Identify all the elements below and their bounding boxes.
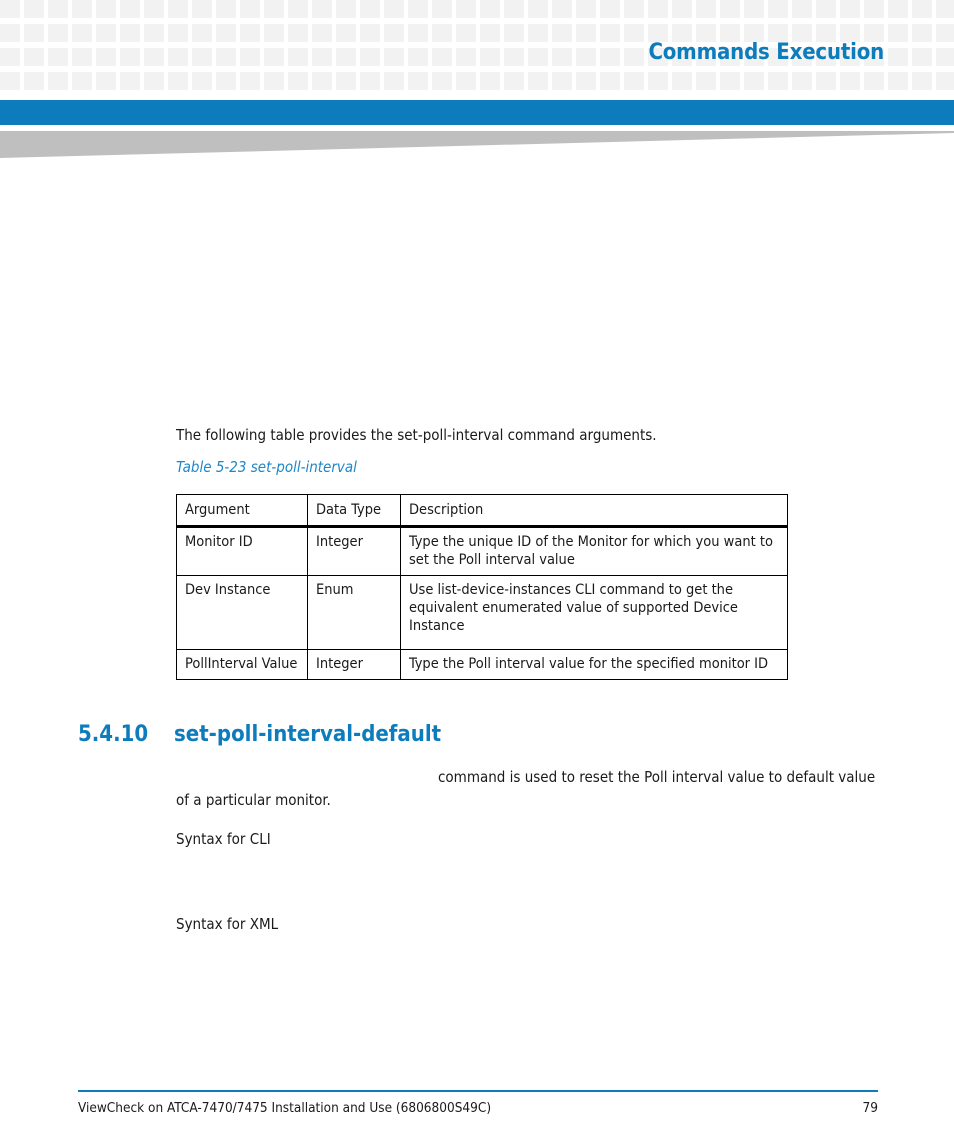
table-cell-description: Type the unique ID of the Monitor for wh… (400, 526, 788, 576)
section-heading: 5.4.10 set-poll-interval-default (78, 722, 441, 747)
table-header-row: Argument Data Type Description (176, 494, 788, 528)
footer-row: ViewCheck on ATCA-7470/7475 Installation… (78, 1100, 878, 1116)
table-cell-data-type: Enum (307, 575, 401, 650)
page-footer: ViewCheck on ATCA-7470/7475 Installation… (78, 1090, 878, 1116)
table-cell-data-type: Integer (307, 526, 401, 576)
command-arguments-table: Argument Data Type Description Monitor I… (176, 494, 788, 680)
table-header-argument: Argument (176, 494, 308, 528)
table-cell-argument: Dev Instance (176, 575, 308, 650)
table-cell-description: Use list-device-instances CLI command to… (400, 575, 788, 650)
table-cell-argument: Monitor ID (176, 526, 308, 576)
table-caption: Table 5-23 set-poll-interval (176, 458, 357, 476)
section-title: set-poll-interval-default (174, 722, 442, 748)
table-header-description: Description (400, 494, 788, 528)
intro-paragraph: The following table provides the set-pol… (176, 426, 657, 444)
table-header-data-type: Data Type (307, 494, 401, 528)
page-header-title: Commands Execution (648, 40, 884, 65)
table-cell-data-type: Integer (307, 649, 401, 680)
table-row: Dev Instance Enum Use list-device-instan… (176, 575, 788, 650)
table-cell-argument: PollInterval Value (176, 649, 308, 680)
syntax-xml-label: Syntax for XML (176, 915, 279, 933)
header-blue-bar (0, 100, 954, 125)
header-gray-wedge (0, 131, 954, 158)
table-row: PollInterval Value Integer Type the Poll… (176, 649, 788, 680)
section-number: 5.4.10 (78, 722, 149, 748)
footer-document-title: ViewCheck on ATCA-7470/7475 Installation… (78, 1100, 492, 1116)
section-description-text: command is used to reset the Poll interv… (176, 768, 876, 809)
footer-page-number: 79 (862, 1100, 878, 1116)
table-cell-description: Type the Poll interval value for the spe… (400, 649, 788, 680)
section-description-paragraph: command is used to reset the Poll interv… (176, 766, 876, 812)
page-header: Commands Execution (0, 0, 954, 160)
table-row: Monitor ID Integer Type the unique ID of… (176, 526, 788, 576)
footer-divider (78, 1090, 878, 1092)
syntax-cli-label: Syntax for CLI (176, 830, 271, 848)
